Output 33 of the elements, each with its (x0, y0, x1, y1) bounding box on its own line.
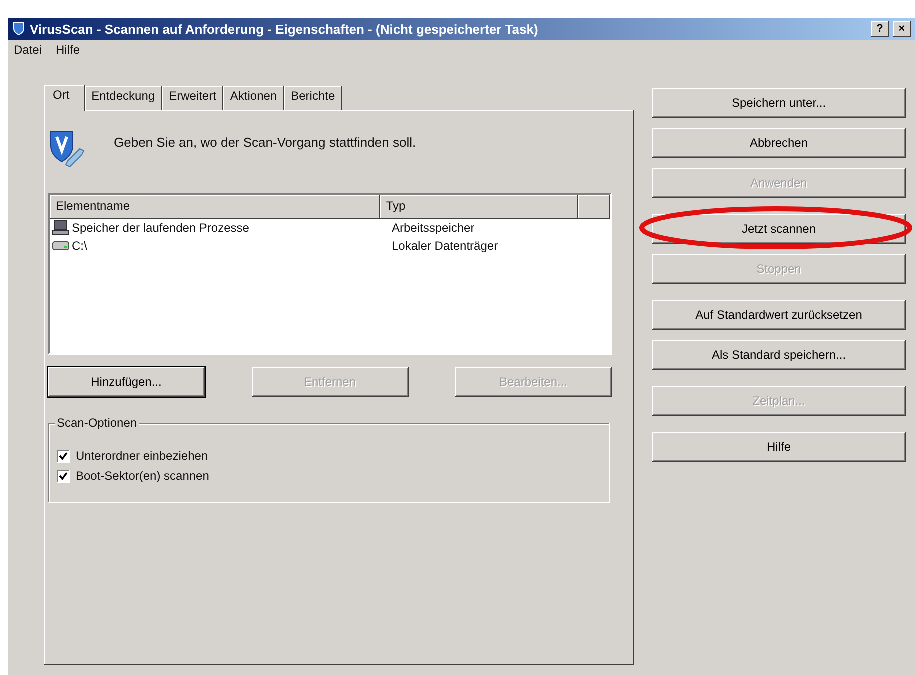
window-title: VirusScan - Scannen auf Anforderung - Eigenschaften - (Nicht gespeicherter Task) (30, 22, 540, 36)
checkbox[interactable] (57, 450, 70, 462)
group-title: Scan-Optionen (55, 416, 140, 430)
list-item[interactable]: C:\ (72, 239, 88, 253)
tab[interactable]: Berichte (284, 86, 342, 110)
caption-button[interactable]: ? (871, 21, 889, 37)
column-header[interactable]: Typ (380, 195, 578, 219)
action-button[interactable]: Speichern unter... (652, 88, 906, 118)
instruction-text: Geben Sie an, wo der Scan-Vorgang stattfinden soll. (114, 135, 416, 150)
action-button[interactable]: Als Standard speichern... (652, 340, 906, 370)
checkbox-label[interactable]: Unterordner einbeziehen (76, 449, 208, 463)
column-header[interactable]: Elementname (50, 195, 380, 219)
tab[interactable]: Erweitert (162, 86, 224, 110)
drive-icon (52, 240, 70, 252)
checkbox[interactable] (57, 470, 70, 482)
action-button[interactable]: Auf Standardwert zurücksetzen (652, 300, 906, 330)
caption-button[interactable]: × (893, 21, 911, 37)
column-header[interactable] (578, 195, 610, 219)
menu-item[interactable]: Hilfe (54, 43, 82, 57)
action-button[interactable]: Abbrechen (652, 128, 906, 158)
list-item[interactable]: Speicher der laufenden Prozesse (72, 221, 250, 235)
computer-icon (52, 220, 70, 236)
tab[interactable]: Ort (44, 85, 85, 111)
shield-icon (12, 22, 26, 36)
action-button[interactable]: Hilfe (652, 432, 906, 462)
table-cell-text: Lokaler Datenträger (391, 239, 500, 253)
location-list[interactable]: Elementname Typ Speicher der laufenden Prozesse Arbeitsspeicher C:\ Lokaler Datenträger (48, 193, 612, 355)
tab[interactable]: Aktionen (223, 86, 284, 110)
checkbox-label[interactable]: Boot-Sektor(en) scannen (76, 469, 210, 483)
tab[interactable]: Entdeckung (84, 86, 162, 110)
menu-item[interactable]: Datei (12, 43, 44, 57)
list-button[interactable]: Hinzufügen... (48, 367, 205, 397)
table-cell-text: Arbeitsspeicher (391, 221, 476, 235)
